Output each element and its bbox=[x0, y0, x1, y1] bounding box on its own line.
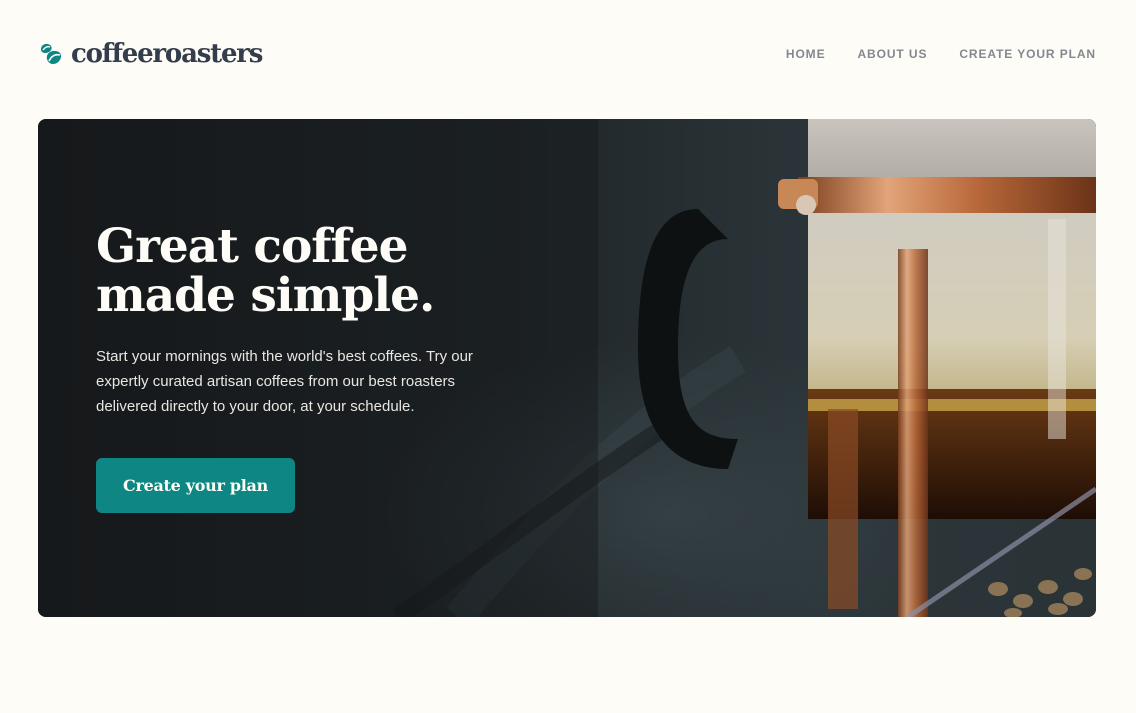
hero-section: Great coffee made simple. Start your mor… bbox=[38, 119, 1096, 617]
main-nav: HOME ABOUT US CREATE YOUR PLAN bbox=[754, 38, 1096, 70]
nav-item-home[interactable]: HOME bbox=[786, 47, 826, 61]
coffee-bean-icon bbox=[38, 41, 64, 67]
nav-item-about-us[interactable]: ABOUT US bbox=[857, 47, 927, 61]
create-your-plan-button[interactable]: Create your plan bbox=[96, 458, 295, 513]
hero-title-line1: Great coffee bbox=[96, 219, 409, 274]
logo[interactable]: coffeeroasters bbox=[38, 38, 263, 70]
hero-title-line2: made simple. bbox=[96, 268, 435, 323]
nav-item-create-your-plan[interactable]: CREATE YOUR PLAN bbox=[959, 47, 1096, 61]
hero-title: Great coffee made simple. bbox=[96, 222, 516, 320]
hero-description: Start your mornings with the world's bes… bbox=[96, 348, 473, 415]
site-header: coffeeroasters HOME ABOUT US CREATE YOUR… bbox=[38, 38, 1096, 70]
brand-name: coffeeroasters bbox=[71, 39, 263, 69]
